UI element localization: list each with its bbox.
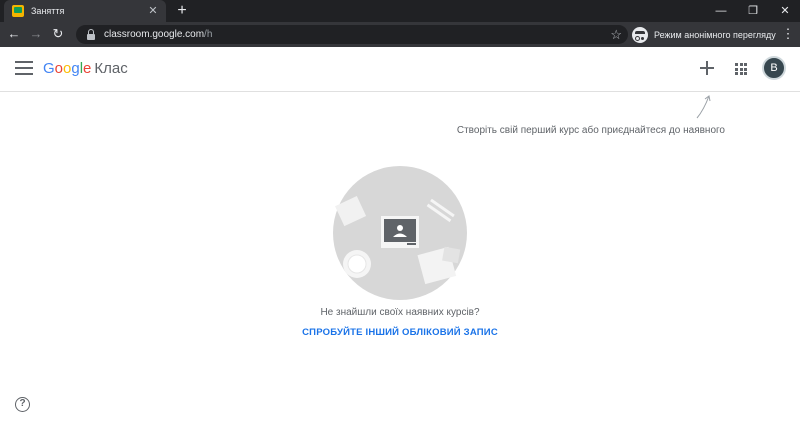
empty-classroom-illustration bbox=[333, 166, 467, 300]
close-window-button[interactable]: ✕ bbox=[770, 0, 800, 22]
no-courses-message: Не знайшли своїх наявних курсів? bbox=[320, 307, 480, 318]
logo-letter: o bbox=[54, 60, 64, 77]
url-path: /h bbox=[204, 29, 213, 40]
tab-classroom[interactable]: Заняття ✕ bbox=[4, 0, 166, 22]
incognito-icon bbox=[632, 26, 648, 43]
incognito-indicator[interactable]: Режим анонімного перегляду bbox=[632, 24, 776, 45]
lock-icon[interactable] bbox=[86, 29, 96, 40]
google-apps-icon[interactable] bbox=[735, 63, 747, 75]
tab-title: Заняття bbox=[31, 6, 65, 16]
logo-letter: G bbox=[43, 60, 55, 77]
main-menu-button[interactable] bbox=[15, 61, 33, 77]
account-avatar[interactable]: B bbox=[762, 56, 786, 80]
create-course-hint: Створіть свій перший курс або приєднайте… bbox=[456, 125, 725, 136]
classroom-favicon-icon bbox=[12, 5, 24, 17]
logo-letter: g bbox=[71, 60, 80, 77]
google-classroom-logo[interactable]: Google Клас bbox=[43, 60, 128, 78]
forward-button[interactable]: → bbox=[26, 24, 46, 44]
url-host: classroom.google.com bbox=[104, 29, 205, 40]
tab-close-icon[interactable]: ✕ bbox=[146, 4, 160, 18]
maximize-button[interactable]: ❐ bbox=[738, 0, 768, 22]
hint-arrow-icon bbox=[696, 95, 711, 119]
help-icon[interactable]: ? bbox=[15, 397, 30, 412]
google-wordmark: Google bbox=[43, 60, 91, 77]
logo-letter: e bbox=[83, 60, 92, 77]
browser-menu-button[interactable]: ⋮ bbox=[780, 24, 796, 44]
app-header: Google Клас B bbox=[0, 47, 800, 92]
product-name: Клас bbox=[94, 60, 128, 77]
incognito-label: Режим анонімного перегляду bbox=[654, 29, 776, 40]
browser-titlebar: Заняття ✕ + — ❐ ✕ bbox=[0, 0, 800, 22]
back-button[interactable]: ← bbox=[4, 24, 24, 44]
reload-button[interactable]: ↻ bbox=[48, 24, 68, 44]
new-tab-button[interactable]: + bbox=[172, 1, 192, 21]
bookmark-star-icon[interactable]: ☆ bbox=[610, 26, 622, 43]
minimize-button[interactable]: — bbox=[706, 0, 736, 22]
browser-toolbar: ← → ↻ classroom.google.com/h ☆ Режим ано… bbox=[0, 22, 800, 47]
address-bar[interactable]: classroom.google.com/h ☆ bbox=[76, 25, 628, 44]
create-or-join-class-button[interactable] bbox=[696, 57, 718, 79]
switch-account-link[interactable]: СПРОБУЙТЕ ІНШИЙ ОБЛІКОВИЙ ЗАПИС bbox=[250, 327, 550, 338]
